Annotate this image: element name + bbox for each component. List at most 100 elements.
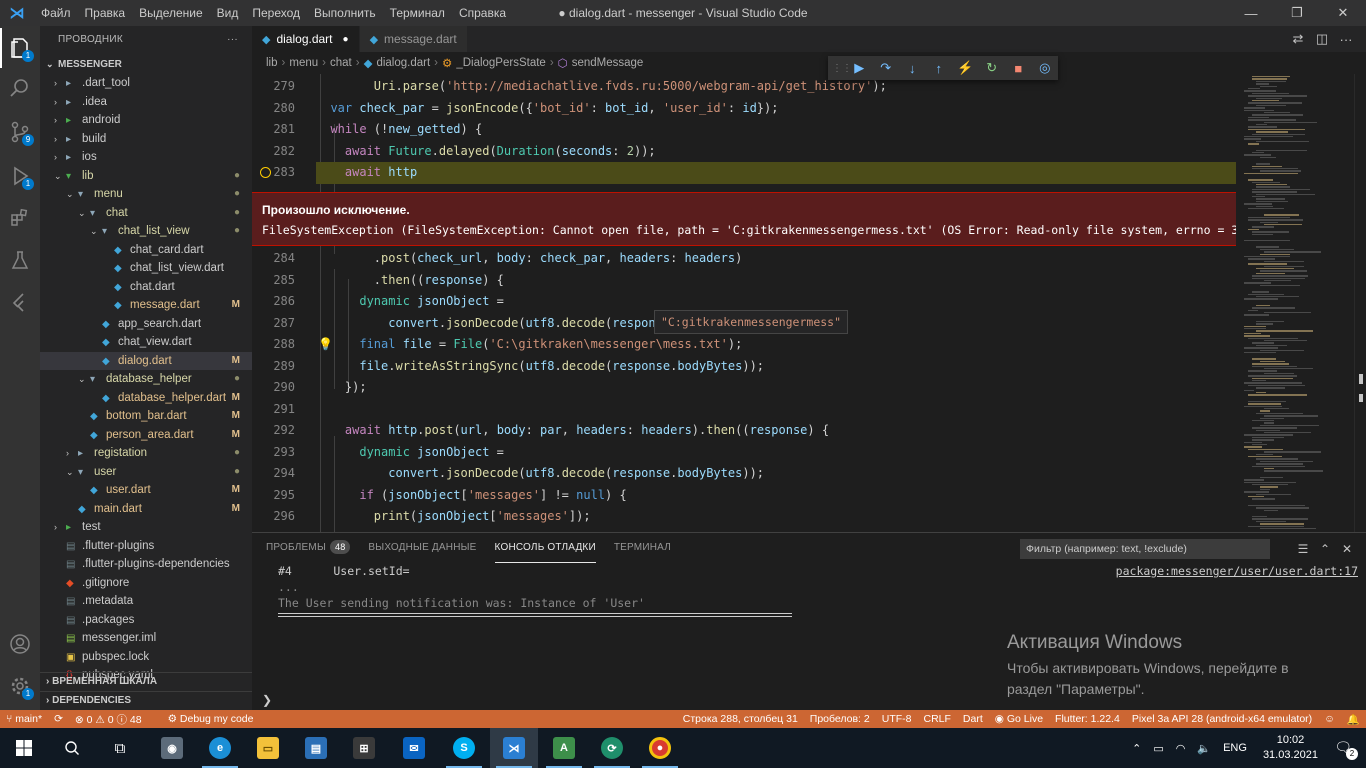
- tab-problems[interactable]: ПРОБЛЕМЫ 48: [266, 533, 351, 563]
- breakpoint-stopped-icon[interactable]: [260, 167, 271, 178]
- notifications-bell-icon[interactable]: 🔔: [1341, 713, 1366, 726]
- devtools-search-icon[interactable]: ◎: [1032, 60, 1059, 76]
- tree-file[interactable]: ◆ bottom_bar.dart M: [40, 407, 252, 426]
- tree-file[interactable]: ▣ pubspec.lock: [40, 648, 252, 667]
- settings-gear-icon[interactable]: 1: [0, 666, 40, 706]
- menu-selection[interactable]: Выделение: [132, 0, 210, 26]
- feedback-icon[interactable]: ☺: [1318, 713, 1341, 725]
- breadcrumb-item[interactable]: lib: [266, 57, 278, 69]
- account-icon[interactable]: [0, 624, 40, 664]
- source-link[interactable]: package:messenger/user/user.dart:17: [1116, 563, 1358, 579]
- tree-file[interactable]: ◆ person_area.dart M: [40, 426, 252, 445]
- continue-icon[interactable]: ▶: [846, 60, 873, 76]
- go-live-button[interactable]: ◉ Go Live: [989, 713, 1049, 725]
- branch-status[interactable]: ⑂ main*: [0, 713, 48, 725]
- menu-help[interactable]: Справка: [452, 0, 513, 26]
- action-center-button[interactable]: 🗨 2: [1328, 728, 1366, 768]
- tree-folder[interactable]: › ▸ .dart_tool: [40, 74, 252, 93]
- menu-view[interactable]: Вид: [210, 0, 246, 26]
- skype-icon[interactable]: S: [440, 728, 488, 768]
- tab-message-dart[interactable]: ◆ message.dart: [359, 26, 468, 52]
- maximize-panel-icon[interactable]: ⌃: [1314, 538, 1336, 560]
- breadcrumb-item[interactable]: menu: [289, 57, 318, 69]
- compare-icon[interactable]: ⇄: [1286, 26, 1310, 52]
- wifi-icon[interactable]: ◠: [1170, 742, 1192, 755]
- split-editor-icon[interactable]: ◫: [1310, 26, 1334, 52]
- source-control-icon[interactable]: 9: [0, 112, 40, 152]
- breadcrumb-item[interactable]: dialog.dart: [376, 57, 430, 69]
- tree-folder[interactable]: › ▸ ios: [40, 148, 252, 167]
- testing-flask-icon[interactable]: [0, 240, 40, 280]
- tree-file[interactable]: ◆ database_helper.dart M: [40, 389, 252, 408]
- flutter-version[interactable]: Flutter: 1.22.4: [1049, 713, 1126, 725]
- editor-scrollbar[interactable]: [1354, 74, 1366, 532]
- restart-icon[interactable]: ↻: [979, 60, 1006, 76]
- tree-file[interactable]: ◆ dialog.dart M: [40, 351, 252, 370]
- tree-folder[interactable]: ⌄ ▾ chat_list_view ●: [40, 222, 252, 241]
- hot-reload-icon[interactable]: ⚡: [952, 60, 979, 76]
- mail-icon[interactable]: ✉: [390, 728, 438, 768]
- menu-edit[interactable]: Правка: [78, 0, 133, 26]
- tab-output[interactable]: ВЫХОДНЫЕ ДАННЫЕ: [368, 533, 476, 563]
- vscode-taskbar-icon[interactable]: ⋊: [490, 728, 538, 768]
- restore-icon[interactable]: ❐: [1274, 0, 1320, 26]
- file-explorer-icon[interactable]: ▭: [244, 728, 292, 768]
- camera-app-icon[interactable]: ◉: [148, 728, 196, 768]
- clear-console-icon[interactable]: ☰: [1292, 538, 1314, 560]
- network-icon[interactable]: ▭: [1147, 742, 1169, 755]
- chrome-icon[interactable]: ●: [636, 728, 684, 768]
- minimize-icon[interactable]: —: [1228, 0, 1274, 26]
- cursor-position[interactable]: Строка 288, столбец 31: [677, 713, 804, 725]
- tree-file[interactable]: ◆ main.dart M: [40, 500, 252, 519]
- minimap[interactable]: [1236, 74, 1354, 532]
- step-out-icon[interactable]: ↑: [926, 61, 953, 76]
- tree-file[interactable]: ◆ user.dart M: [40, 481, 252, 500]
- tree-file[interactable]: ▤ messenger.iml: [40, 629, 252, 648]
- indentation[interactable]: Пробелов: 2: [804, 713, 876, 725]
- tree-folder[interactable]: › ▸ .idea: [40, 93, 252, 112]
- breadcrumb-item[interactable]: sendMessage: [572, 57, 644, 69]
- code-editor[interactable]: 279 Uri.parse('http://mediachatlive.fvds…: [252, 74, 1236, 532]
- close-icon[interactable]: ✕: [1320, 0, 1366, 26]
- close-panel-icon[interactable]: ✕: [1336, 538, 1358, 560]
- store-icon[interactable]: ⊞: [340, 728, 388, 768]
- menu-terminal[interactable]: Терминал: [383, 0, 452, 26]
- breadcrumb-item[interactable]: chat: [330, 57, 352, 69]
- problems-status[interactable]: ⊗ 0 ⚠ 0 ⓘ 48: [69, 712, 148, 727]
- tree-folder[interactable]: ⌄ ▾ lib ●: [40, 167, 252, 186]
- tree-folder[interactable]: ⌄ ▾ menu ●: [40, 185, 252, 204]
- tree-folder[interactable]: ⌄ ▾ chat ●: [40, 204, 252, 223]
- tree-file[interactable]: ◆ message.dart M: [40, 296, 252, 315]
- tree-file[interactable]: ◆ .gitignore: [40, 574, 252, 593]
- more-actions-icon[interactable]: ···: [1334, 26, 1358, 52]
- menu-file[interactable]: Файл: [34, 0, 78, 26]
- input-language[interactable]: ENG: [1217, 742, 1253, 754]
- unsaved-dot-icon[interactable]: ●: [343, 34, 349, 45]
- line-ending[interactable]: CRLF: [917, 713, 956, 725]
- extensions-icon[interactable]: [0, 198, 40, 238]
- menu-run[interactable]: Выполнить: [307, 0, 383, 26]
- gitkraken-icon[interactable]: ⟳: [588, 728, 636, 768]
- project-root[interactable]: ⌄ MESSENGER: [40, 54, 252, 74]
- more-actions-icon[interactable]: ···: [227, 26, 238, 54]
- language-mode[interactable]: Dart: [957, 713, 989, 725]
- tree-folder[interactable]: › ▸ android: [40, 111, 252, 130]
- android-studio-icon[interactable]: A: [540, 728, 588, 768]
- console-filter-input[interactable]: Фильтр (например: text, !exclude): [1020, 539, 1270, 559]
- debug-config-status[interactable]: ⚙ Debug my code: [162, 713, 260, 725]
- run-debug-icon[interactable]: 1: [0, 156, 40, 196]
- tab-terminal[interactable]: ТЕРМИНАЛ: [614, 533, 671, 563]
- tree-file[interactable]: ▤ .packages: [40, 611, 252, 630]
- explorer-icon[interactable]: 1: [0, 28, 40, 68]
- volume-icon[interactable]: 🔈: [1191, 742, 1217, 755]
- tree-folder[interactable]: › ▸ test: [40, 518, 252, 537]
- console-prompt-icon[interactable]: ❯: [262, 693, 272, 707]
- tree-folder[interactable]: ⌄ ▾ database_helper ●: [40, 370, 252, 389]
- clock[interactable]: 10:02 31.03.2021: [1253, 733, 1328, 763]
- device-selector[interactable]: Pixel 3a API 28 (android-x64 emulator): [1126, 713, 1318, 725]
- start-button[interactable]: [0, 728, 48, 768]
- step-over-icon[interactable]: ↷: [873, 60, 900, 76]
- tree-file[interactable]: ◆ chat_card.dart: [40, 241, 252, 260]
- menu-go[interactable]: Переход: [245, 0, 307, 26]
- drag-handle-icon[interactable]: ⋮⋮: [832, 63, 852, 74]
